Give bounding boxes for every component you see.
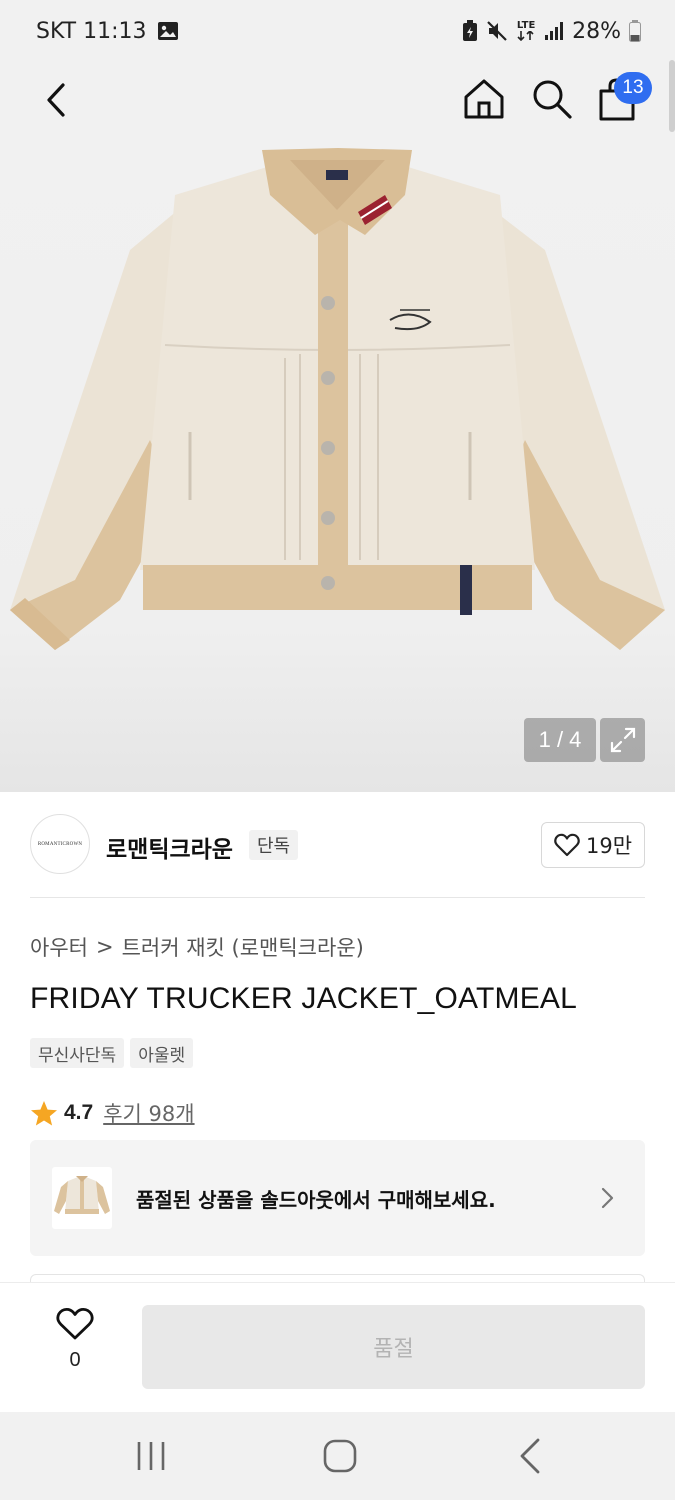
brand-logo-text: ROMANTICROWN <box>37 841 83 847</box>
chevron-right-icon <box>601 1187 614 1209</box>
breadcrumb: 아우터 > 트러커 재킷 (로맨틱크라운) <box>30 932 364 962</box>
rating: 4.7 후기 98개 <box>30 1098 195 1128</box>
gallery-icon <box>157 21 179 41</box>
status-time: SKT 11:13 <box>36 18 147 44</box>
wishlist-button[interactable]: 0 <box>50 1307 100 1387</box>
brand-row: ROMANTICROWN 로맨틱크라운 단독 19만 <box>30 814 645 876</box>
status-left: SKT 11:13 <box>36 19 179 44</box>
scroll-indicator[interactable] <box>669 60 675 132</box>
brand-like-count: 19만 <box>585 834 633 858</box>
tag-outlet: 아울렛 <box>130 1038 194 1068</box>
search-icon[interactable] <box>530 77 574 121</box>
product-image-gallery[interactable]: 1 / 4 <box>0 140 675 792</box>
breadcrumb-separator: > <box>95 935 114 959</box>
top-nav <box>0 62 675 140</box>
star-icon <box>31 1100 57 1125</box>
soldout-button[interactable]: 품절 <box>142 1305 645 1389</box>
home-icon[interactable] <box>462 77 506 121</box>
product-title: FRIDAY TRUCKER JACKET_OATMEAL <box>30 982 578 1015</box>
product-image <box>10 148 665 650</box>
review-count-link[interactable]: 후기 98개 <box>103 1098 194 1128</box>
breadcrumb-subcategory[interactable]: 트러커 재킷 (로맨틱크라운) <box>122 932 364 962</box>
lte-label: LTE <box>516 20 536 31</box>
brand-logo[interactable]: ROMANTICROWN <box>30 814 90 874</box>
battery-icon <box>629 20 641 42</box>
android-home-icon[interactable] <box>322 1438 358 1474</box>
exclusive-badge: 단독 <box>249 830 299 860</box>
status-bar: SKT 11:13 LTE 28% <box>0 0 675 62</box>
soldout-banner-text: 품절된 상품을 솔드아웃에서 구매해보세요. <box>136 1188 496 1212</box>
banner-thumbnail <box>52 1167 112 1229</box>
cart-count-badge: 13 <box>614 72 652 104</box>
android-nav-bar <box>0 1412 675 1500</box>
bottom-purchase-bar: 0 품절 <box>0 1282 675 1412</box>
breadcrumb-category[interactable]: 아우터 <box>30 932 88 962</box>
brand-name[interactable]: 로맨틱크라운 <box>106 830 233 864</box>
lte-icon: LTE <box>516 21 536 41</box>
heart-icon <box>56 1307 94 1340</box>
product-tags: 무신사단독 아울렛 <box>30 1038 194 1068</box>
brand-like-button[interactable]: 19만 <box>541 822 645 868</box>
image-counter: 1 / 4 <box>524 718 596 762</box>
soldout-banner[interactable]: 품절된 상품을 솔드아웃에서 구매해보세요. <box>30 1140 645 1256</box>
expand-icon[interactable] <box>600 718 645 762</box>
tag-musinsa-exclusive: 무신사단독 <box>30 1038 125 1068</box>
recent-apps-icon[interactable] <box>134 1439 168 1473</box>
android-back-icon[interactable] <box>516 1437 544 1475</box>
signal-icon <box>544 21 564 41</box>
rating-score: 4.7 <box>64 1101 94 1124</box>
wishlist-count: 0 <box>69 1349 81 1371</box>
divider <box>30 897 645 898</box>
heart-icon <box>554 833 580 857</box>
battery-saver-icon <box>462 20 478 42</box>
status-right: LTE 28% <box>462 19 641 44</box>
back-icon[interactable] <box>36 80 76 120</box>
mute-icon <box>486 20 508 42</box>
battery-percent: 28% <box>572 18 621 44</box>
